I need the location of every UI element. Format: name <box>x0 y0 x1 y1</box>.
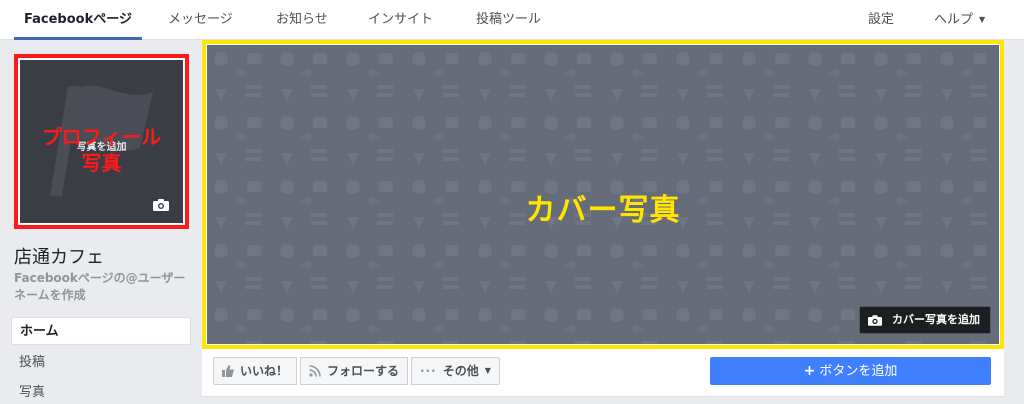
tab-messages[interactable]: メッセージ <box>168 0 233 40</box>
sidebar-item-posts[interactable]: 投稿 <box>11 349 191 377</box>
add-button[interactable]: + ボタンを追加 <box>710 357 991 385</box>
plus-icon: + <box>803 363 816 379</box>
sidebar-item-photos[interactable]: 写真 <box>11 379 191 404</box>
sidebar-item-home[interactable]: ホーム <box>11 317 191 345</box>
create-username-link[interactable]: Facebookページの@ユーザーネームを作成 <box>14 270 194 304</box>
profile-annotation-line2: 写真 <box>81 151 122 175</box>
camera-icon <box>868 314 882 326</box>
thumbs-up-icon <box>222 365 234 377</box>
camera-icon[interactable] <box>153 199 169 211</box>
more-button[interactable]: ··· その他 ▼ <box>411 357 500 385</box>
tab-publishing-tools[interactable]: 投稿ツール <box>476 0 541 40</box>
page-name: 店通カフェ <box>14 247 104 268</box>
profile-annotation-line1: プロフィール <box>41 125 162 149</box>
profile-picture[interactable]: 写真を追加 プロフィール 写真 <box>20 60 183 223</box>
tab-notifications[interactable]: お知らせ <box>276 0 328 40</box>
rss-icon <box>309 365 321 377</box>
caret-down-icon: ▼ <box>484 366 491 375</box>
follow-label: フォローする <box>327 364 400 378</box>
follow-button[interactable]: フォローする <box>300 357 409 385</box>
tab-facebook-page[interactable]: Facebookページ <box>14 0 142 40</box>
page-top-nav: Facebookページ メッセージ お知らせ インサイト 投稿ツール 設定 ヘル… <box>0 0 1024 40</box>
tab-insights[interactable]: インサイト <box>368 0 433 40</box>
help-menu[interactable]: ヘルプ ▼ <box>934 0 985 40</box>
like-label: いいね！ <box>240 364 289 378</box>
profile-picture-frame[interactable]: 写真を追加 プロフィール 写真 <box>14 54 189 229</box>
like-button[interactable]: いいね！ <box>213 357 298 385</box>
cover-photo-annotation: カバー写真 <box>525 193 681 228</box>
profile-photo-annotation: プロフィール 写真 <box>20 124 183 176</box>
settings-link[interactable]: 設定 <box>868 0 894 40</box>
caret-down-icon: ▼ <box>979 15 986 24</box>
help-label: ヘルプ <box>934 12 974 28</box>
more-dots-icon: ··· <box>420 364 437 378</box>
page-action-bar: いいね！ フォローする ··· その他 ▼ + ボタンを追加 <box>202 349 1004 397</box>
add-cover-photo-button[interactable]: カバー写真を追加 <box>859 306 991 334</box>
cover-photo[interactable]: カバー写真 カバー写真を追加 <box>207 45 999 344</box>
add-cover-photo-label: カバー写真を追加 <box>892 313 980 326</box>
add-button-label: ボタンを追加 <box>819 364 898 379</box>
cover-photo-frame[interactable]: カバー写真 カバー写真を追加 <box>202 40 1004 349</box>
more-label: その他 <box>442 364 479 378</box>
